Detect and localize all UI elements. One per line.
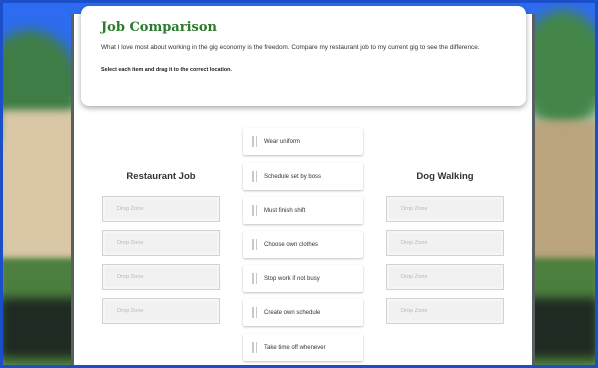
draggable-item[interactable]: Schedule set by boss xyxy=(243,163,363,190)
draggable-item[interactable]: Take time off whenever xyxy=(243,334,363,361)
activity-instruction: Select each item and drag it to the corr… xyxy=(101,67,232,73)
drop-zone-left-3[interactable]: Drop Zone xyxy=(102,264,220,290)
drop-zone-right-1[interactable]: Drop Zone xyxy=(386,196,504,222)
column-title-dog-walking: Dog Walking xyxy=(416,171,474,182)
drop-zone-right-4[interactable]: Drop Zone xyxy=(386,298,504,324)
instructions-card: Job Comparison What I love most about wo… xyxy=(81,6,526,106)
drop-zone-right-2[interactable]: Drop Zone xyxy=(386,230,504,256)
drag-handle-icon[interactable] xyxy=(252,307,257,318)
draggable-item[interactable]: Stop work if not busy xyxy=(243,265,363,292)
draggable-item[interactable]: Choose own clothes xyxy=(243,231,363,258)
activity-description: What I love most about working in the gi… xyxy=(101,44,480,51)
drop-zone-right-3[interactable]: Drop Zone xyxy=(386,264,504,290)
draggable-item[interactable]: Must finish shift xyxy=(243,197,363,224)
drag-handle-icon[interactable] xyxy=(252,239,257,250)
drop-zone-left-1[interactable]: Drop Zone xyxy=(102,196,220,222)
column-title-restaurant-job: Restaurant Job xyxy=(126,171,196,182)
draggable-item-label: Choose own clothes xyxy=(264,241,319,248)
drag-handle-icon[interactable] xyxy=(252,171,257,182)
draggable-item[interactable]: Create own schedule xyxy=(243,299,363,326)
drop-zone-left-2[interactable]: Drop Zone xyxy=(102,230,220,256)
draggable-item-label: Wear uniform xyxy=(264,138,300,145)
drag-handle-icon[interactable] xyxy=(252,136,257,147)
draggable-item-label: Create own schedule xyxy=(264,309,321,316)
draggable-item-label: Stop work if not busy xyxy=(264,275,320,282)
draggable-item[interactable]: Wear uniform xyxy=(243,128,363,155)
drag-handle-icon[interactable] xyxy=(252,205,257,216)
draggable-item-label: Must finish shift xyxy=(264,207,306,214)
draggable-item-label: Schedule set by boss xyxy=(264,173,322,180)
draggable-item-label: Take time off whenever xyxy=(264,344,326,351)
drag-handle-icon[interactable] xyxy=(252,273,257,284)
drag-handle-icon[interactable] xyxy=(252,342,257,353)
activity-title: Job Comparison xyxy=(101,20,217,35)
drop-zone-left-4[interactable]: Drop Zone xyxy=(102,298,220,324)
